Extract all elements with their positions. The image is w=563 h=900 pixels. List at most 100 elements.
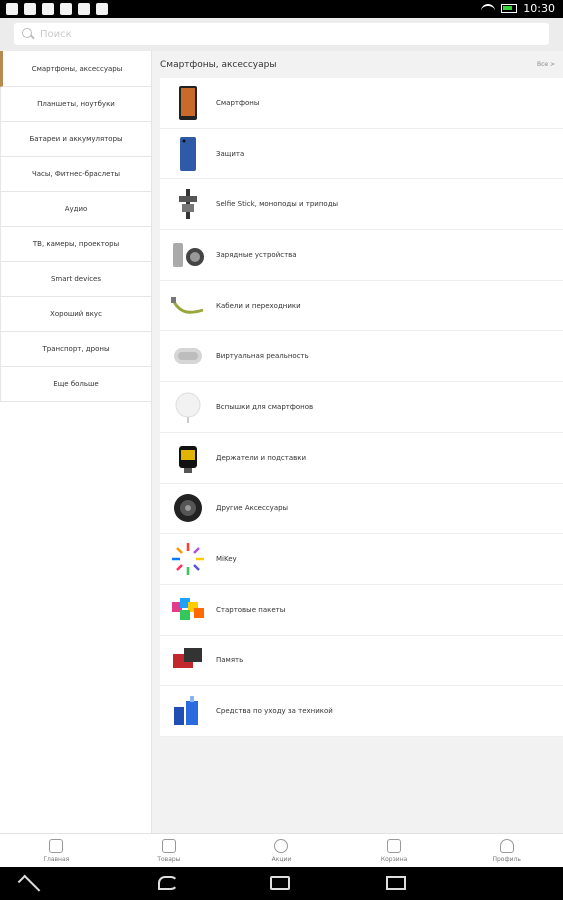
list-icon xyxy=(161,838,176,853)
starter-pack-icon xyxy=(170,592,206,628)
facebook-icon xyxy=(42,3,54,15)
case-icon xyxy=(170,136,206,172)
flash-icon xyxy=(170,389,206,425)
document-icon xyxy=(78,3,90,15)
gallery-icon xyxy=(6,3,18,15)
sidebar-item-batteries[interactable]: Батареи и аккумуляторы xyxy=(0,122,151,157)
phone-icon xyxy=(49,838,64,853)
subcategory-row[interactable]: Смартфоны xyxy=(160,78,563,129)
sidebar-item-smartphones[interactable]: Смартфоны, аксессуары xyxy=(0,51,151,87)
back-icon[interactable] xyxy=(158,876,178,890)
section-header: Смартфоны, аксессуары Все > xyxy=(152,51,563,78)
subcategory-row[interactable]: Вспышки для смартфонов xyxy=(160,382,563,433)
subcategory-label: Другие Аксессуары xyxy=(216,504,289,513)
subcategory-row[interactable]: Виртуальная реальность xyxy=(160,331,563,383)
app: 10:30 Поиск Смартфоны, аксессуары Планше… xyxy=(0,0,563,900)
subcategory-row[interactable]: Держатели и подставки xyxy=(160,433,563,484)
subcategory-label: Защита xyxy=(216,149,245,158)
selfie-stick-icon xyxy=(170,186,206,222)
vr-headset-icon xyxy=(170,338,206,374)
sidebar-item-label: Батареи и аккумуляторы xyxy=(29,135,123,143)
subcategory-label: Стартовые пакеты xyxy=(216,605,286,614)
sidebar-item-label: Smart devices xyxy=(50,275,102,283)
battery-icon xyxy=(501,4,518,13)
subcategory-row[interactable]: Другие Аксессуары xyxy=(160,484,563,535)
bag-icon xyxy=(387,838,402,853)
subcategory-row[interactable]: MiKey xyxy=(160,534,563,585)
view-all-link[interactable]: Все > xyxy=(537,61,555,68)
subcategory-label: Виртуальная реальность xyxy=(216,352,309,361)
subcategory-label: Зарядные устройства xyxy=(216,250,297,259)
subcategory-label: Кабели и переходники xyxy=(216,301,301,310)
sidebar-item-label: Аудио xyxy=(64,205,88,213)
cable-icon xyxy=(170,288,206,324)
mikey-icon xyxy=(170,541,206,577)
sidebar-item-label: Еще больше xyxy=(53,380,99,388)
subcategory-row[interactable]: Память xyxy=(160,636,563,687)
nav-label: Корзина xyxy=(380,855,408,863)
sidebar-item-good-taste[interactable]: Хороший вкус xyxy=(0,297,151,332)
subcategory-label: Память xyxy=(216,656,244,665)
subcategory-label: Держатели и подставки xyxy=(216,453,307,462)
subcategory-label: Смартфоны xyxy=(216,98,260,107)
search-bar: Поиск xyxy=(0,18,563,51)
home-icon[interactable] xyxy=(270,876,290,890)
medal-icon xyxy=(274,838,289,853)
subcategory-row[interactable]: Стартовые пакеты xyxy=(160,585,563,636)
search-input[interactable]: Поиск xyxy=(14,23,549,45)
holder-icon xyxy=(170,440,206,476)
recent-apps-icon[interactable] xyxy=(386,876,406,890)
subcategory-list: Смартфоны Защита Selfie Stick, моноподы … xyxy=(160,78,563,737)
subcategory-row[interactable]: Зарядные устройства xyxy=(160,230,563,281)
nav-promotions[interactable]: Акции xyxy=(225,834,338,867)
subcategory-row[interactable]: Selfie Stick, моноподы и триподы xyxy=(160,179,563,231)
facebook-icon xyxy=(24,3,36,15)
lens-icon xyxy=(170,490,206,526)
sidebar-item-label: Смартфоны, аксессуары xyxy=(31,64,123,73)
sidebar-item-tv[interactable]: TB, камеры, проекторы xyxy=(0,227,151,262)
category-content: Смартфоны, аксессуары Все > Смартфоны За… xyxy=(152,51,563,833)
sidebar-item-label: Часы, Фитнес-браслеты xyxy=(31,170,121,178)
nav-label: Акции xyxy=(271,855,292,863)
search-placeholder: Поиск xyxy=(40,28,72,40)
wifi-icon xyxy=(481,3,496,14)
sidebar-item-watches[interactable]: Часы, Фитнес-браслеты xyxy=(0,157,151,192)
user-icon xyxy=(499,838,514,853)
status-system: 10:30 xyxy=(481,2,555,15)
sidebar-item-tablets[interactable]: Планшеты, ноутбуки xyxy=(0,87,151,122)
subcategory-label: Средства по уходу за техникой xyxy=(216,707,333,716)
nav-label: Товары xyxy=(157,855,181,863)
nav-label: Главная xyxy=(43,855,70,863)
memory-card-icon xyxy=(170,642,206,678)
facebook-icon xyxy=(60,3,72,15)
sidebar-item-label: TB, камеры, проекторы xyxy=(32,240,120,248)
subcategory-label: Вспышки для смартфонов xyxy=(216,402,314,411)
subcategory-label: MiKey xyxy=(216,555,237,564)
subcategory-row[interactable]: Средства по уходу за техникой xyxy=(160,686,563,737)
nav-label: Профиль xyxy=(492,855,521,863)
subcategory-row[interactable]: Защита xyxy=(160,129,563,180)
sidebar-item-smart-devices[interactable]: Smart devices xyxy=(0,262,151,297)
sidebar-item-more[interactable]: Еще больше xyxy=(0,367,151,402)
nav-home[interactable]: Главная xyxy=(0,834,113,867)
sidebar-item-audio[interactable]: Аудио xyxy=(0,192,151,227)
nav-cart[interactable]: Корзина xyxy=(338,834,451,867)
smartphone-icon xyxy=(170,85,206,121)
category-sidebar: Смартфоны, аксессуары Планшеты, ноутбуки… xyxy=(0,51,152,833)
sidebar-item-label: Планшеты, ноутбуки xyxy=(37,100,115,108)
android-icon xyxy=(96,3,108,15)
nav-products[interactable]: Товары xyxy=(113,834,226,867)
status-bar: 10:30 xyxy=(0,0,563,18)
nav-profile[interactable]: Профиль xyxy=(450,834,563,867)
sidebar-item-transport[interactable]: Транспорт, дроны xyxy=(0,332,151,367)
search-icon xyxy=(22,28,34,40)
subcategory-row[interactable]: Кабели и переходники xyxy=(160,281,563,332)
clock: 10:30 xyxy=(523,2,555,15)
bottom-navigation: Главная Товары Акции Корзина Профиль xyxy=(0,833,563,867)
chevron-up-icon[interactable] xyxy=(17,874,41,898)
cleaning-icon xyxy=(170,693,206,729)
sidebar-item-label: Транспорт, дроны xyxy=(42,345,110,353)
system-navigation xyxy=(0,867,563,900)
sidebar-item-label: Хороший вкус xyxy=(50,310,102,318)
charger-icon xyxy=(170,237,206,273)
